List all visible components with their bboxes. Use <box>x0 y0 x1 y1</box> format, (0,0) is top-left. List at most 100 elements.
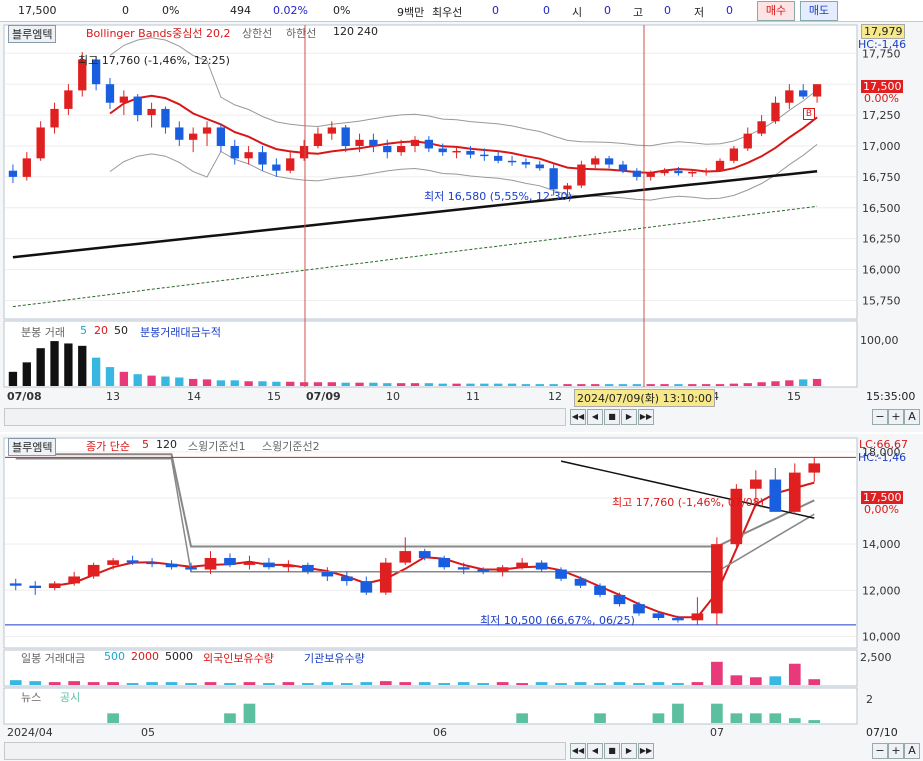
volume-bar <box>438 683 451 685</box>
top-tab-stock[interactable]: 블루엠텍 <box>8 25 57 43</box>
x-tick-label: 07/09 <box>306 390 341 403</box>
candle-body <box>613 594 626 605</box>
volume-bar <box>521 384 531 386</box>
legend-swing2: 스윙기준선2 <box>262 440 320 453</box>
volume-bar <box>175 377 184 386</box>
candle-body <box>224 558 236 565</box>
vol-axis: 100,00 <box>860 334 899 347</box>
volume-bar <box>424 383 434 386</box>
quote-open: 0 <box>604 4 611 17</box>
quote-price: 17,500 <box>18 4 57 17</box>
candle-body <box>105 84 115 103</box>
bottom-last-pct: 0,00% <box>864 503 899 516</box>
candle-body <box>9 583 22 586</box>
volume-bar <box>632 384 641 386</box>
scroll-prev-button[interactable]: ◀ <box>587 409 603 425</box>
volume-bar <box>146 682 158 685</box>
auto-scale-button[interactable]: A <box>904 743 920 759</box>
scroll-last-button[interactable]: ▶▶ <box>638 743 654 759</box>
volume-bar <box>771 381 780 386</box>
volume-bar <box>216 380 226 386</box>
news-bar <box>652 713 665 723</box>
candle-body <box>216 127 226 146</box>
zoom-in-button[interactable]: + <box>888 409 904 425</box>
scroll-first-button[interactable]: ◀◀ <box>570 743 586 759</box>
candle-body <box>749 479 762 489</box>
volume-bar <box>189 378 198 386</box>
candle-body <box>424 139 434 149</box>
volume-bar <box>410 383 420 386</box>
volume-bar <box>594 683 606 685</box>
candle-body <box>812 84 822 97</box>
volume-bar <box>730 675 743 685</box>
candle-body <box>729 148 739 161</box>
volume-bar <box>204 682 217 685</box>
candle-body <box>399 551 412 563</box>
legend-120: 120 <box>156 438 177 451</box>
scroll-prev-button[interactable]: ◀ <box>587 743 603 759</box>
candle-body <box>258 152 267 165</box>
disclosure-tab[interactable]: 공시 <box>60 689 80 705</box>
candle-body <box>189 133 198 140</box>
candle-body <box>507 160 517 163</box>
zoom-out-button[interactable]: − <box>872 409 888 425</box>
quote-change: 0 <box>122 4 129 17</box>
volume-bar <box>535 384 544 386</box>
candle-body <box>672 618 684 621</box>
volume-bar <box>604 384 614 386</box>
volume-bar <box>555 683 567 685</box>
vol-legend-20: 20 <box>94 324 108 337</box>
legend-5: 5 <box>142 438 149 451</box>
top-chart-area: 15,750 16,000 16,250 16,500 16,750 17,000 17,2… <box>0 22 923 432</box>
zoom-out-button[interactable]: − <box>872 743 888 759</box>
bottom-scrollbar[interactable] <box>4 742 566 760</box>
candle-body <box>107 560 119 565</box>
stop-button[interactable]: ■ <box>604 743 620 759</box>
x-tick-label: 14 <box>187 390 201 403</box>
bottom-tab-stock[interactable]: 블루엠텍 <box>8 438 57 456</box>
volume-bar <box>36 348 45 386</box>
volume-bar <box>674 384 683 386</box>
candle-body <box>771 102 780 122</box>
top-min-label: 최저 16,580 (5,55%, 12:30) <box>424 190 572 203</box>
quote-v2: 0 <box>543 4 550 17</box>
candle-body <box>202 127 212 134</box>
buy-button[interactable]: 매수 <box>757 1 795 21</box>
auto-scale-button[interactable]: A <box>904 409 920 425</box>
volume-bar <box>549 384 558 386</box>
volume-bar <box>369 382 378 386</box>
date-right: 07/10 <box>866 726 898 739</box>
stop-button[interactable]: ■ <box>604 409 620 425</box>
scroll-next-button[interactable]: ▶ <box>621 409 637 425</box>
volume-bar <box>749 677 762 685</box>
candle-body <box>521 162 531 165</box>
volume-bar <box>78 345 87 386</box>
volume-bar <box>321 682 334 685</box>
candle-body <box>418 551 431 558</box>
volume-bar <box>577 384 586 386</box>
volume-bar <box>711 661 723 685</box>
sell-button[interactable]: 매도 <box>800 1 838 21</box>
vol-legend-50: 50 <box>114 324 128 337</box>
candle-body <box>119 96 129 103</box>
legend-240: 240 <box>357 25 378 38</box>
scroll-next-button[interactable]: ▶ <box>621 743 637 759</box>
top-max-label: 최고 17,760 (-1,46%, 12:25) <box>78 54 230 67</box>
volume-bar <box>457 682 470 685</box>
scroll-first-button[interactable]: ◀◀ <box>570 409 586 425</box>
volume-bar <box>438 383 447 386</box>
volume-bar <box>50 341 59 386</box>
candle-body <box>652 613 665 618</box>
top-scrollbar[interactable] <box>4 408 566 426</box>
volume-bar <box>652 682 665 685</box>
candle-body <box>535 164 544 169</box>
candle-body <box>36 127 45 159</box>
scroll-last-button[interactable]: ▶▶ <box>638 409 654 425</box>
candle-body <box>341 127 350 146</box>
zoom-in-button[interactable]: + <box>888 743 904 759</box>
candle-body <box>360 581 373 593</box>
volume-bar <box>244 381 253 386</box>
news-tab[interactable]: 뉴스 <box>21 689 41 705</box>
candle-body <box>604 158 614 165</box>
y-tick-label: 16,500 <box>862 202 901 215</box>
